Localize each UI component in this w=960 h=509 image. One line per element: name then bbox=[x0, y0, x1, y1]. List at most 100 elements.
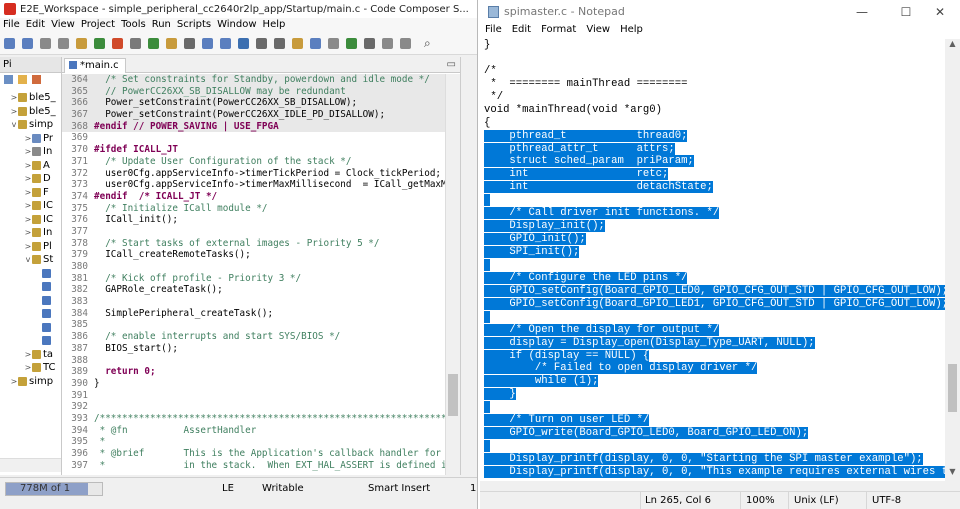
tree-node[interactable]: > Pl bbox=[0, 240, 61, 253]
code-line[interactable]: 386 /* enable interrupts and start SYS/B… bbox=[62, 331, 445, 343]
chevron-right-icon[interactable]: > bbox=[24, 350, 32, 359]
code-line[interactable]: 391 bbox=[62, 390, 445, 402]
tree-node[interactable]: v St bbox=[0, 253, 61, 266]
toolbar-tool-icon[interactable] bbox=[346, 38, 357, 49]
editor-tab-main-c[interactable]: *main.c bbox=[64, 58, 126, 73]
ccs-menu-project[interactable]: Project bbox=[78, 18, 118, 33]
chevron-right-icon[interactable]: > bbox=[24, 147, 32, 156]
code-line[interactable]: 372 user0Cfg.appServiceInfo->timerTickPe… bbox=[62, 168, 445, 180]
tree-node[interactable]: > D bbox=[0, 172, 61, 185]
text-line[interactable]: Display_printf(display, 0, 0, "This exam… bbox=[480, 465, 945, 479]
tree-node[interactable] bbox=[0, 267, 61, 280]
tree-node[interactable]: > Pr bbox=[0, 132, 61, 145]
notepad-menu-format[interactable]: Format bbox=[536, 24, 581, 39]
tree-node[interactable] bbox=[0, 334, 61, 347]
ccs-menu-scripts[interactable]: Scripts bbox=[174, 18, 214, 33]
toolbar-tool-icon[interactable] bbox=[58, 38, 69, 49]
code-line[interactable]: 397 * in the stack. When EXT_HAL_ASSERT … bbox=[62, 460, 445, 472]
code-line[interactable]: 395 * bbox=[62, 436, 445, 448]
notepad-menu-help[interactable]: Help bbox=[615, 24, 648, 39]
text-line[interactable] bbox=[480, 440, 945, 453]
project-explorer-tab[interactable]: Pi bbox=[0, 57, 61, 73]
toolbar-tool-icon[interactable] bbox=[256, 38, 267, 49]
toolbar-tool-icon[interactable] bbox=[94, 38, 105, 49]
text-line[interactable]: int detachState; bbox=[480, 181, 945, 194]
ccs-menu-edit[interactable]: Edit bbox=[23, 18, 48, 33]
toolbar-tool-icon[interactable] bbox=[220, 38, 231, 49]
chevron-right-icon[interactable]: > bbox=[24, 215, 32, 224]
text-line[interactable]: } bbox=[480, 39, 945, 52]
code-line[interactable]: 388 bbox=[62, 355, 445, 367]
filter-icon[interactable] bbox=[32, 75, 41, 84]
chevron-right-icon[interactable]: > bbox=[24, 174, 32, 183]
chevron-down-icon[interactable]: v bbox=[24, 255, 32, 264]
toolbar-tool-icon[interactable] bbox=[148, 38, 159, 49]
code-line[interactable]: 381 /* Kick off profile - Priority 3 */ bbox=[62, 273, 445, 285]
text-line[interactable]: pthread_t thread0; bbox=[480, 129, 945, 143]
code-line[interactable]: 369 bbox=[62, 132, 445, 144]
chevron-right-icon[interactable]: > bbox=[10, 377, 18, 386]
tree-node[interactable]: > F bbox=[0, 186, 61, 199]
chevron-right-icon[interactable]: > bbox=[24, 228, 32, 237]
close-button[interactable]: ✕ bbox=[920, 2, 960, 22]
code-line[interactable]: 389 return 0; bbox=[62, 366, 445, 378]
text-line[interactable]: /* Configure the LED pins */ bbox=[480, 271, 945, 285]
text-line[interactable]: } bbox=[480, 388, 945, 401]
code-line[interactable]: 368 #endif // POWER_SAVING | USE_FPGA bbox=[62, 120, 445, 133]
code-line[interactable]: 365 // PowerCC26XX_SB_DISALLOW may be re… bbox=[62, 85, 445, 98]
chevron-right-icon[interactable]: > bbox=[24, 242, 32, 251]
toolbar-tool-icon[interactable] bbox=[382, 38, 393, 49]
explorer-hscrollbar[interactable] bbox=[0, 458, 61, 472]
ccs-menu-help[interactable]: Help bbox=[260, 18, 289, 33]
code-line[interactable]: 392 bbox=[62, 401, 445, 413]
code-line[interactable]: 380 bbox=[62, 261, 445, 273]
tree-node[interactable]: > ble5_ bbox=[0, 91, 61, 104]
notepad-text-area[interactable]: } /* * ======== mainThread ======== */voi… bbox=[480, 39, 945, 481]
text-line[interactable]: /* Open the display for output */ bbox=[480, 323, 945, 337]
text-line[interactable]: /* Failed to open display driver */ bbox=[480, 362, 945, 375]
ccs-menu-run[interactable]: Run bbox=[149, 18, 174, 33]
toolbar-tool-icon[interactable] bbox=[166, 38, 177, 49]
toolbar-tool-icon[interactable] bbox=[364, 38, 375, 49]
text-line[interactable]: /* Turn on user LED */ bbox=[480, 414, 945, 427]
toolbar-tool-icon[interactable] bbox=[112, 38, 123, 49]
text-line[interactable]: /* Call driver init functions. */ bbox=[480, 207, 945, 220]
toolbar-tool-icon[interactable] bbox=[130, 38, 141, 49]
toolbar-tool-icon[interactable] bbox=[40, 38, 51, 49]
search-icon[interactable]: ⌕ bbox=[424, 36, 431, 51]
notepad-menu-file[interactable]: File bbox=[480, 24, 507, 39]
text-line[interactable]: */ bbox=[480, 91, 945, 104]
chevron-right-icon[interactable]: > bbox=[24, 188, 32, 197]
code-line[interactable]: 384 SimplePeripheral_createTask(); bbox=[62, 308, 445, 320]
scroll-up-icon[interactable]: ▲ bbox=[945, 39, 960, 53]
heap-status[interactable]: 778M of 1 bbox=[5, 482, 103, 496]
scroll-down-icon[interactable]: ▼ bbox=[945, 467, 960, 481]
text-line[interactable]: if (display == NULL) { bbox=[480, 349, 945, 363]
code-line[interactable]: 379 ICall_createRemoteTasks(); bbox=[62, 249, 445, 261]
toolbar-tool-icon[interactable] bbox=[76, 38, 87, 49]
chevron-right-icon[interactable]: > bbox=[10, 93, 18, 102]
code-line[interactable]: 371 /* Update User Configuration of the … bbox=[62, 156, 445, 168]
tree-node[interactable]: > simp bbox=[0, 375, 61, 388]
code-line[interactable]: 387 BIOS_start(); bbox=[62, 343, 445, 355]
toolbar-tool-icon[interactable] bbox=[22, 38, 33, 49]
ccs-menu-file[interactable]: File bbox=[0, 18, 23, 33]
chevron-right-icon[interactable]: > bbox=[24, 201, 32, 210]
link-editor-icon[interactable] bbox=[18, 75, 27, 84]
code-line[interactable]: 394 * @fn AssertHandler bbox=[62, 425, 445, 437]
ccs-menu-tools[interactable]: Tools bbox=[118, 18, 149, 33]
text-line[interactable]: GPIO_setConfig(Board_GPIO_LED0, GPIO_CFG… bbox=[480, 284, 945, 298]
text-line[interactable]: Display_init(); bbox=[480, 220, 945, 233]
text-line[interactable]: Display_printf(display, 0, 0, "Starting … bbox=[480, 453, 945, 466]
text-line[interactable]: void *mainThread(void *arg0) bbox=[480, 104, 945, 117]
chevron-right-icon[interactable]: > bbox=[10, 107, 18, 116]
tree-node[interactable]: > IC bbox=[0, 199, 61, 212]
code-line[interactable]: 366 Power_setConstraint(PowerCC26XX_SB_D… bbox=[62, 97, 445, 110]
text-line[interactable]: SPI_init(); bbox=[480, 246, 945, 259]
tree-node[interactable]: > ta bbox=[0, 348, 61, 361]
text-line[interactable]: GPIO_write(Board_GPIO_LED0, Board_GPIO_L… bbox=[480, 427, 945, 440]
code-line[interactable]: 390} bbox=[62, 378, 445, 390]
code-line[interactable]: 385 bbox=[62, 319, 445, 331]
code-line[interactable]: 373 user0Cfg.appServiceInfo->timerMaxMil… bbox=[62, 179, 445, 191]
text-line[interactable]: { bbox=[480, 117, 945, 130]
